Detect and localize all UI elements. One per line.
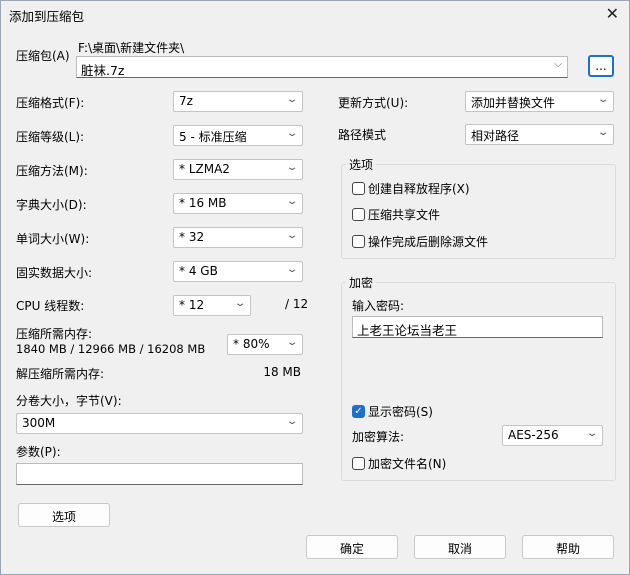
delete-source-label: 操作完成后删除源文件	[368, 235, 489, 249]
params-label: 参数(P):	[16, 445, 61, 459]
pathmode-value: 相对路径	[471, 129, 520, 143]
encryption-method-select[interactable]: AES-256 ⌄	[502, 425, 603, 446]
password-input[interactable]: 上老王论坛当老王	[352, 316, 603, 338]
solid-value: * 4 GB	[179, 264, 218, 278]
chevron-down-icon: ⌄	[285, 264, 299, 275]
method-value: * LZMA2	[179, 162, 230, 176]
format-label: 压缩格式(F):	[16, 96, 85, 110]
cpu-select[interactable]: * 12 ⌄	[173, 295, 251, 316]
add-to-archive-dialog: 添加到压缩包 ✕ 压缩包(A) F:\桌面\新建文件夹\ 脏袜.7z ⌵ ... …	[0, 0, 630, 575]
cancel-button[interactable]: 取消	[414, 535, 506, 559]
mem-label: 压缩所需内存:	[16, 327, 93, 341]
word-label: 单词大小(W):	[16, 232, 90, 246]
sfx-checkbox[interactable]: 创建自释放程序(X)	[352, 180, 470, 197]
encryption-legend: 加密	[346, 274, 377, 291]
solid-select[interactable]: * 4 GB ⌄	[173, 261, 303, 282]
encrypt-names-label: 加密文件名(N)	[368, 457, 447, 471]
checkbox-icon	[352, 235, 365, 248]
word-value: * 32	[179, 230, 205, 244]
cpu-value: * 12	[179, 298, 205, 312]
update-select[interactable]: 添加并替换文件 ⌄	[465, 91, 614, 112]
volume-value: 300M	[22, 416, 56, 430]
chevron-down-icon: ⌄	[285, 128, 299, 139]
level-value: 5 - 标准压缩	[179, 130, 247, 144]
dict-value: * 16 MB	[179, 196, 227, 210]
dict-label: 字典大小(D):	[16, 198, 87, 212]
archive-name-input[interactable]: 脏袜.7z ⌵	[76, 56, 568, 78]
update-value: 添加并替换文件	[471, 96, 556, 110]
chevron-down-icon: ⌄	[285, 416, 299, 427]
mem-detail: 1840 MB / 12966 MB / 16208 MB	[16, 342, 206, 356]
cpu-total: / 12	[285, 297, 309, 311]
volume-select[interactable]: 300M ⌄	[16, 413, 303, 434]
archive-label: 压缩包(A)	[16, 49, 70, 63]
solid-label: 固实数据大小:	[16, 266, 93, 280]
word-select[interactable]: * 32 ⌄	[173, 227, 303, 248]
dialog-title: 添加到压缩包	[9, 9, 85, 24]
pathmode-select[interactable]: 相对路径 ⌄	[465, 124, 614, 145]
password-label: 输入密码:	[352, 299, 405, 313]
method-select[interactable]: * LZMA2 ⌄	[173, 159, 303, 180]
delete-source-checkbox[interactable]: 操作完成后删除源文件	[352, 233, 488, 250]
pathmode-label: 路径模式	[338, 128, 387, 142]
chevron-down-icon: ⌄	[285, 196, 299, 207]
show-password-checkbox[interactable]: ✓ 显示密码(S)	[352, 403, 433, 420]
show-password-label: 显示密码(S)	[368, 405, 433, 419]
checkmark-icon: ✓	[352, 405, 365, 418]
chevron-down-icon: ⌄	[596, 127, 610, 138]
options-button[interactable]: 选项	[18, 503, 110, 527]
sfx-label: 创建自释放程序(X)	[368, 182, 470, 196]
level-label: 压缩等级(L):	[16, 130, 85, 144]
update-label: 更新方式(U):	[338, 96, 409, 110]
shared-checkbox[interactable]: 压缩共享文件	[352, 206, 440, 223]
decomp-label: 解压缩所需内存:	[16, 367, 105, 381]
format-value: 7z	[179, 94, 193, 108]
decomp-value: 18 MB	[263, 365, 301, 379]
archive-name-value: 脏袜.7z	[81, 63, 125, 78]
volume-label: 分卷大小，字节(V):	[16, 394, 122, 408]
mem-select[interactable]: * 80% ⌄	[227, 334, 303, 355]
level-select[interactable]: 5 - 标准压缩 ⌄	[173, 125, 303, 146]
options-legend: 选项	[346, 156, 377, 173]
chevron-down-icon: ⌄	[285, 94, 299, 105]
browse-button[interactable]: ...	[588, 55, 614, 77]
mem-value: * 80%	[233, 337, 270, 351]
cpu-label: CPU 线程数:	[16, 299, 85, 313]
chevron-down-icon: ⌄	[285, 337, 299, 348]
method-label: 压缩方法(M):	[16, 164, 88, 178]
format-select[interactable]: 7z ⌄	[173, 91, 303, 112]
help-button[interactable]: 帮助	[522, 535, 614, 559]
shared-label: 压缩共享文件	[368, 208, 441, 222]
chevron-down-icon: ⌄	[285, 230, 299, 241]
checkbox-icon	[352, 182, 365, 195]
chevron-down-icon: ⌄	[233, 298, 247, 309]
checkbox-icon	[352, 457, 365, 470]
ok-button[interactable]: 确定	[306, 535, 398, 559]
chevron-down-icon: ⌄	[596, 94, 610, 105]
checkbox-icon	[352, 208, 365, 221]
encryption-method-label: 加密算法:	[352, 430, 405, 444]
archive-path: F:\桌面\新建文件夹\	[78, 41, 185, 55]
params-input[interactable]	[16, 463, 303, 485]
chevron-down-icon[interactable]: ⌵	[554, 59, 562, 70]
close-icon[interactable]: ✕	[606, 4, 619, 23]
chevron-down-icon: ⌄	[285, 162, 299, 173]
encryption-method-value: AES-256	[508, 428, 559, 442]
encrypt-names-checkbox[interactable]: 加密文件名(N)	[352, 455, 446, 472]
dict-select[interactable]: * 16 MB ⌄	[173, 193, 303, 214]
chevron-down-icon: ⌄	[585, 428, 599, 439]
